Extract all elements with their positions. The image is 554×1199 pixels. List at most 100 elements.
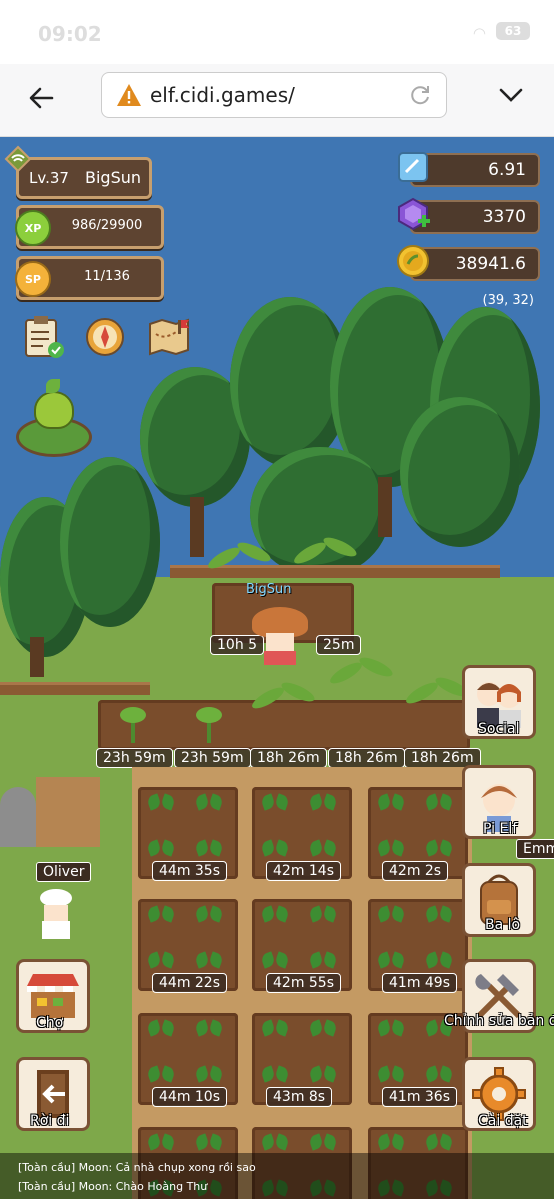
pet-pedestal[interactable] (16, 379, 92, 457)
banana-plant (249, 672, 320, 752)
crop-plant (148, 1019, 174, 1039)
crop-plant (310, 905, 336, 925)
npc-name-oliver: Oliver (36, 862, 92, 882)
battery-indicator: 63 (496, 22, 530, 40)
game-canvas[interactable]: BigSun 10h 5 25m 23h 59m 23h 59m 18h 26m… (0, 137, 554, 1199)
crop-plant (310, 1019, 336, 1039)
sp-value: 11/136 (84, 269, 130, 284)
social-label: Social (478, 721, 520, 737)
reload-icon[interactable] (408, 83, 432, 107)
kitchen-counter (36, 777, 100, 847)
tree-trunk (30, 637, 44, 677)
xp-panel: XP 986/29900 (15, 205, 164, 249)
banana-plant (205, 532, 276, 612)
crop-plant (148, 839, 174, 859)
crop-plant (426, 839, 452, 859)
back-arrow-icon[interactable] (26, 82, 58, 114)
crop-timer: 18h 26m (328, 748, 405, 768)
browser-toolbar: elf.cidi.games/ (0, 64, 554, 137)
crop-plant (310, 1065, 336, 1085)
warning-icon (117, 84, 141, 106)
level-panel[interactable]: Lv.37 BigSun (16, 157, 152, 199)
crop-plant (262, 905, 288, 925)
market-label: Chợ (36, 1015, 64, 1031)
tree-trunk (190, 497, 204, 557)
crop-plant (310, 1133, 336, 1153)
edit-map-label: Chỉnh sửa bản đồ (444, 1013, 554, 1029)
wifi-icon: ◠ (472, 24, 486, 42)
status-bar: 09:02 ◠ 63 (0, 0, 554, 64)
crop-plant (148, 905, 174, 925)
crystal-counter[interactable]: 6.91 (398, 152, 540, 187)
sprout (194, 705, 224, 745)
crop-plant (426, 793, 452, 813)
crop-plant (262, 1019, 288, 1039)
crop-plant (196, 1019, 222, 1039)
banana-plant (291, 527, 362, 607)
tree-trunk (378, 477, 392, 537)
crop-plant (196, 839, 222, 859)
crop-timer: 42m 2s (382, 861, 449, 881)
crop-timer: 18h 26m (250, 748, 327, 768)
player-tag: BigSun (246, 582, 292, 597)
address-bar[interactable]: elf.cidi.games/ (101, 72, 447, 118)
crop-plant (196, 1065, 222, 1085)
coin-counter[interactable]: 38941.6 (397, 245, 540, 281)
crop-plant (148, 1065, 174, 1085)
crop-plant (378, 1019, 404, 1039)
xp-value: 986/29900 (71, 218, 143, 233)
leave-label: Rời đi (30, 1113, 70, 1129)
crop-plant (148, 1133, 174, 1153)
chevron-down-icon[interactable] (498, 84, 524, 104)
sprout (118, 705, 148, 745)
status-time: 09:02 (38, 22, 102, 46)
player-character[interactable] (252, 607, 308, 667)
url-text: elf.cidi.games/ (150, 83, 295, 107)
chat-message: [Toàn cầu] Moon: Cả nhà chụp xong rồi sa… (18, 1161, 256, 1174)
coin-value: 38941.6 (455, 254, 526, 274)
wifi-signal-icon (4, 145, 32, 173)
npc-chef[interactable] (36, 889, 76, 939)
settings-label: Cài đặt (478, 1113, 528, 1129)
crop-plant (196, 1133, 222, 1153)
crop-plant (196, 793, 222, 813)
sp-badge-icon: SP (15, 261, 51, 297)
crop-plant (262, 951, 288, 971)
treasure-map-icon[interactable] (146, 314, 192, 360)
crystal-value: 6.91 (488, 160, 526, 180)
compass-icon[interactable] (82, 314, 128, 360)
pet-slime-icon (34, 391, 74, 429)
crop-plant (426, 951, 452, 971)
crop-plant (378, 905, 404, 925)
crop-plant (262, 1133, 288, 1153)
crop-timer: 44m 10s (152, 1087, 228, 1107)
gem-value: 3370 (482, 207, 526, 227)
pi-elf-label: Pi Elf (483, 821, 518, 837)
crop-plant (378, 793, 404, 813)
crystal-icon (398, 152, 428, 182)
crop-plant (310, 839, 336, 859)
tree (60, 457, 160, 627)
gem-plus-icon (398, 197, 430, 231)
crop-plant (262, 1065, 288, 1085)
crop-plant (262, 839, 288, 859)
crop-plant (426, 1133, 452, 1153)
xp-badge-icon: XP (15, 210, 51, 246)
crop-plant (378, 1065, 404, 1085)
crop-timer: 41m 36s (382, 1087, 458, 1107)
chat-panel[interactable]: [Toàn cầu] Moon: Cả nhà chụp xong rồi sa… (0, 1153, 554, 1199)
gem-counter[interactable]: 3370 (398, 197, 540, 234)
crop-plant (196, 905, 222, 925)
crop-plant (310, 951, 336, 971)
crop-plant (378, 951, 404, 971)
crop-plant (426, 905, 452, 925)
tree (400, 397, 520, 547)
backpack-label: Ba lô (485, 917, 521, 933)
quest-clipboard-icon[interactable] (20, 314, 66, 360)
map-coordinates: (39, 32) (482, 293, 535, 308)
crop-timer: 42m 55s (266, 973, 342, 993)
crop-timer: 42m 14s (266, 861, 342, 881)
crop-plant (148, 951, 174, 971)
crop-timer: 23h 59m (174, 748, 251, 768)
crop-timer: 44m 35s (152, 861, 228, 881)
